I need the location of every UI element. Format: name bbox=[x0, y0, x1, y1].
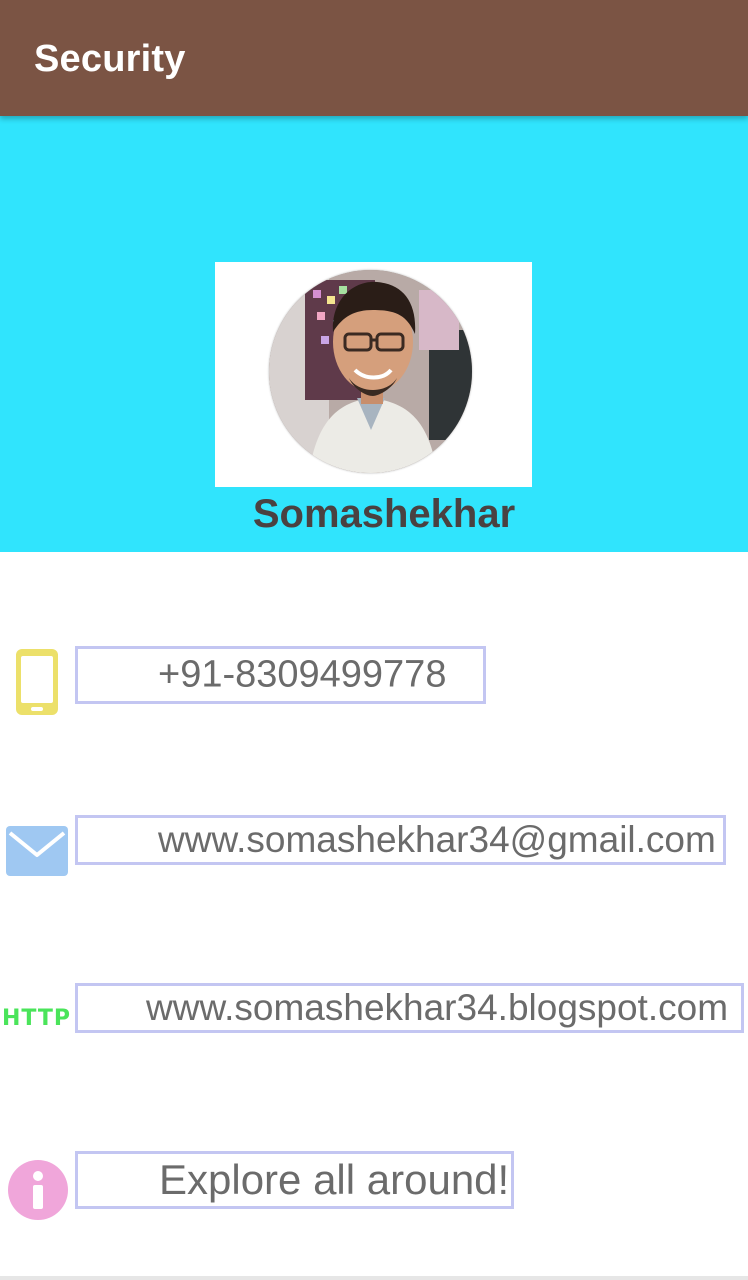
profile-photo-frame bbox=[215, 262, 532, 487]
website-field[interactable]: www.somashekhar34.blogspot.com bbox=[75, 983, 744, 1033]
mail-icon bbox=[5, 825, 69, 882]
info-icon bbox=[7, 1159, 69, 1226]
avatar-portrait-icon bbox=[269, 270, 472, 473]
about-text: Explore all around! bbox=[159, 1156, 510, 1203]
bottom-divider bbox=[0, 1276, 748, 1280]
about-field[interactable]: Explore all around! bbox=[75, 1151, 514, 1209]
phone-number: +91-8309499778 bbox=[158, 653, 447, 696]
smartphone-icon bbox=[14, 647, 60, 722]
email-address: www.somashekhar34@gmail.com bbox=[158, 819, 716, 860]
phone-field[interactable]: +91-8309499778 bbox=[75, 646, 486, 704]
app-bar: Security bbox=[0, 0, 748, 116]
email-field[interactable]: www.somashekhar34@gmail.com bbox=[75, 815, 726, 865]
website-url: www.somashekhar34.blogspot.com bbox=[146, 987, 729, 1028]
avatar bbox=[269, 270, 472, 473]
http-icon: HTTP bbox=[2, 1006, 72, 1031]
app-title: Security bbox=[34, 38, 186, 80]
profile-name: Somashekhar bbox=[252, 492, 516, 536]
